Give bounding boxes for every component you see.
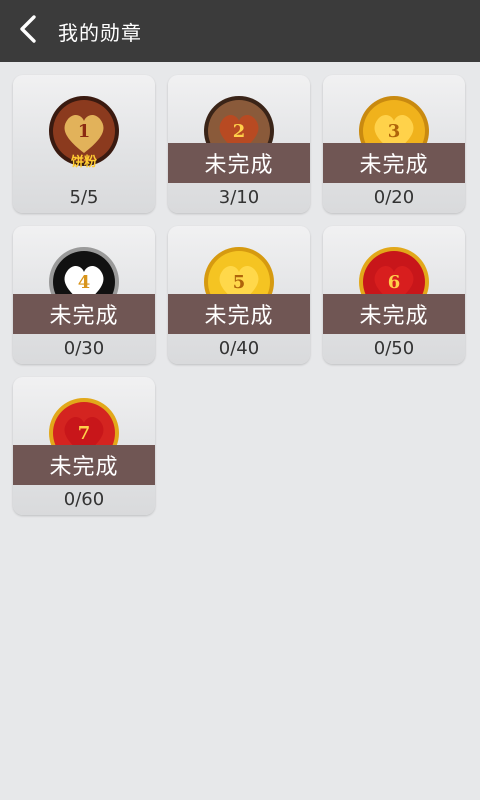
badge-caption: 饼粉 <box>70 155 97 170</box>
badge-card-5[interactable]: 5 未完成 0/40 <box>168 226 310 364</box>
badge-status: 未完成 <box>168 143 310 183</box>
badge-status: 未完成 <box>323 294 465 334</box>
badge-card-1[interactable]: 1 饼粉 5/5 <box>13 75 155 213</box>
badge-number: 5 <box>233 272 246 293</box>
badge-card-3[interactable]: 3 未完成 0/20 <box>323 75 465 213</box>
badge-progress: 0/30 <box>63 338 105 359</box>
badge-progress: 5/5 <box>69 187 99 208</box>
badge-progress: 0/60 <box>63 489 105 510</box>
badge-number: 4 <box>78 272 91 293</box>
badge-progress: 3/10 <box>218 187 260 208</box>
badge-status: 未完成 <box>13 294 155 334</box>
badge-number: 3 <box>388 121 401 142</box>
badge-number: 1 <box>78 121 91 142</box>
chevron-left-icon <box>17 14 39 48</box>
badge-card-6[interactable]: 6 未完成 0/50 <box>323 226 465 364</box>
back-button[interactable] <box>0 0 56 62</box>
badge-progress: 0/40 <box>218 338 260 359</box>
badge-progress: 0/50 <box>373 338 415 359</box>
title-bar: 我的勋章 <box>0 0 480 62</box>
badge-number: 2 <box>233 121 246 142</box>
badge-number: 7 <box>78 423 91 444</box>
badge-progress: 0/20 <box>373 187 415 208</box>
badge-status: 未完成 <box>13 445 155 485</box>
badge-card-7[interactable]: 7 未完成 0/60 <box>13 377 155 515</box>
badge-card-2[interactable]: 2 未完成 3/10 <box>168 75 310 213</box>
badge-status: 未完成 <box>168 294 310 334</box>
badge-number: 6 <box>388 272 401 293</box>
badge-status: 未完成 <box>323 143 465 183</box>
badge-card-4[interactable]: 4 未完成 0/30 <box>13 226 155 364</box>
page-title: 我的勋章 <box>58 20 142 45</box>
